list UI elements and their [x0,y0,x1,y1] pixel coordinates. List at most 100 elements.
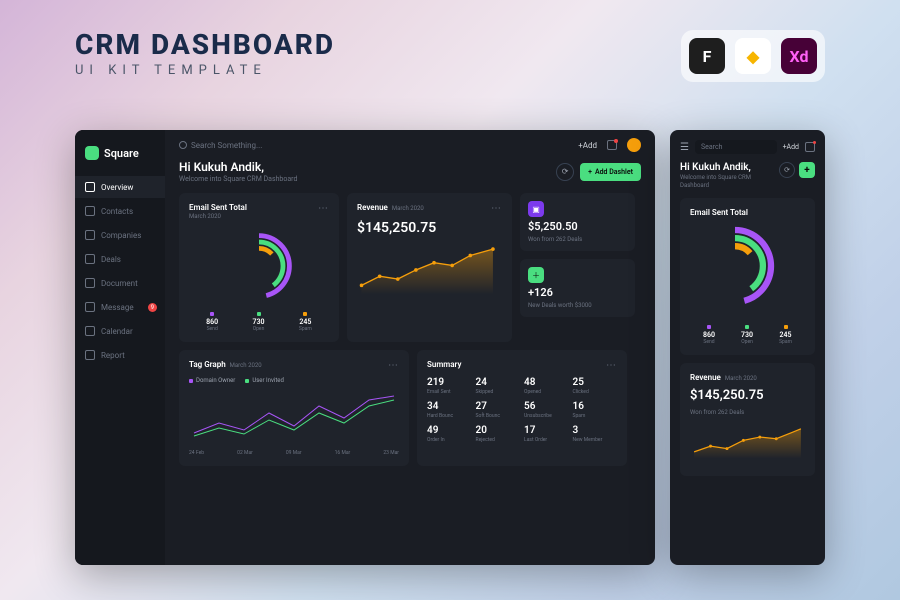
summary-item: 20Rejected [476,425,521,443]
summary-item: 25Clicked [573,377,618,395]
legend-label: Spam [299,326,312,332]
summary-value: 219 [427,377,472,388]
logo[interactable]: Square [75,140,165,166]
card-period: March 2020 [230,362,262,369]
greeting-subtitle: Welcome into Square CRM Dashboard [680,174,779,190]
legend-label: Spam [779,339,792,345]
card-title: Summary [427,360,461,369]
summary-label: Order In [427,437,472,443]
sidebar-item-deals[interactable]: Deals [75,248,165,270]
card-title: Email Sent Total [189,203,247,212]
nav-label: Message [101,303,134,312]
legend-label: Open [741,339,753,345]
donut-chart [219,226,299,306]
xd-icon: Xd [781,38,817,74]
more-icon[interactable]: ⋯ [606,360,617,371]
figma-icon: F [689,38,725,74]
legend-label: Open [253,326,265,332]
summary-label: Clicked [573,389,618,395]
revenue-sparkline [690,422,805,462]
legend-value: 860 [206,318,218,326]
refresh-button[interactable]: ⟳ [779,162,795,178]
menu-icon[interactable]: ☰ [680,142,689,153]
revenue-sparkline [357,242,502,297]
sidebar-item-calendar[interactable]: Calendar [75,320,165,342]
add-button[interactable]: +Add [578,141,597,150]
legend-label: Domain Owner [196,377,235,384]
avatar[interactable] [627,138,641,152]
x-tick: 02 Mar [237,450,253,456]
sidebar-item-companies[interactable]: Companies [75,224,165,246]
summary-label: Unsubscribe [524,413,569,419]
card-title: Revenue [690,373,721,382]
add-dashlet-button[interactable]: +Add Dashlet [580,163,641,181]
legend-dot [745,325,749,329]
summary-card: Summary ⋯ 219Email Sent24Skipped48Opened… [417,350,627,466]
refresh-button[interactable]: ⟳ [556,163,574,181]
add-button[interactable]: +Add [783,143,799,151]
more-icon[interactable]: ⋯ [491,203,502,214]
summary-item: 219Email Sent [427,377,472,395]
deals-value: +126 [528,286,627,299]
plus-icon: + [588,168,592,176]
message-badge: 9 [148,303,157,312]
nav-label: Contacts [101,207,133,216]
nav-label: Overview [101,183,133,192]
summary-label: Skipped [476,389,521,395]
bell-icon[interactable] [805,142,815,152]
sidebar-item-document[interactable]: Document [75,272,165,294]
card-title: Revenue [357,203,388,212]
x-tick: 23 Mar [383,450,399,456]
won-value: $5,250.50 [528,220,627,233]
nav-label: Deals [101,255,121,264]
summary-value: 49 [427,425,472,436]
summary-value: 16 [573,401,618,412]
tag-line-chart [189,388,399,443]
search-icon [179,141,187,149]
summary-value: 3 [573,425,618,436]
deals-subtitle: New Deals worth $3000 [528,302,627,309]
search-input[interactable]: Search [695,140,777,154]
sidebar-item-overview[interactable]: Overview [75,176,165,198]
summary-item: 48Opened [524,377,569,395]
donut-chart [690,221,780,311]
card-title: Tag Graph [189,360,226,369]
summary-label: Last Order [524,437,569,443]
card-title: Email Sent Total [690,208,805,217]
add-dashlet-button[interactable]: + [799,162,815,178]
summary-label: Opened [524,389,569,395]
nav-label: Companies [101,231,141,240]
summary-item: 24Skipped [476,377,521,395]
legend-label: User Invited [252,377,284,384]
building-icon [85,230,95,240]
legend-label: Send [703,339,715,345]
summary-value: 34 [427,401,472,412]
summary-value: 27 [476,401,521,412]
more-icon[interactable]: ⋯ [388,360,399,371]
summary-value: 25 [573,377,618,388]
more-icon[interactable]: ⋯ [318,203,329,214]
sidebar-item-report[interactable]: Report [75,344,165,366]
legend-dot [189,379,193,383]
trophy-icon: ▣ [528,201,544,217]
x-tick: 09 Mar [286,450,302,456]
search-input[interactable]: Search Something... [179,141,568,150]
nav: Overview Contacts Companies Deals Docume… [75,176,165,366]
summary-value: 17 [524,425,569,436]
new-deals-card: ＋ +126 New Deals worth $3000 [520,259,635,317]
sidebar-item-contacts[interactable]: Contacts [75,200,165,222]
legend-value: 245 [299,318,312,326]
mail-icon [85,302,95,312]
legend-value: 730 [741,331,753,339]
document-icon [85,278,95,288]
topbar: Search Something... +Add [165,130,655,160]
nav-label: Document [101,279,138,288]
summary-label: Spam [573,413,618,419]
sidebar-item-message[interactable]: Message 9 [75,296,165,318]
summary-item: 56Unsubscribe [524,401,569,419]
briefcase-icon [85,254,95,264]
revenue-value: $145,250.75 [690,388,805,403]
legend-value: 860 [703,331,715,339]
mobile-dashboard: ☰ Search +Add Hi Kukuh Andik, Welcome in… [670,130,825,565]
bell-icon[interactable] [607,140,617,150]
